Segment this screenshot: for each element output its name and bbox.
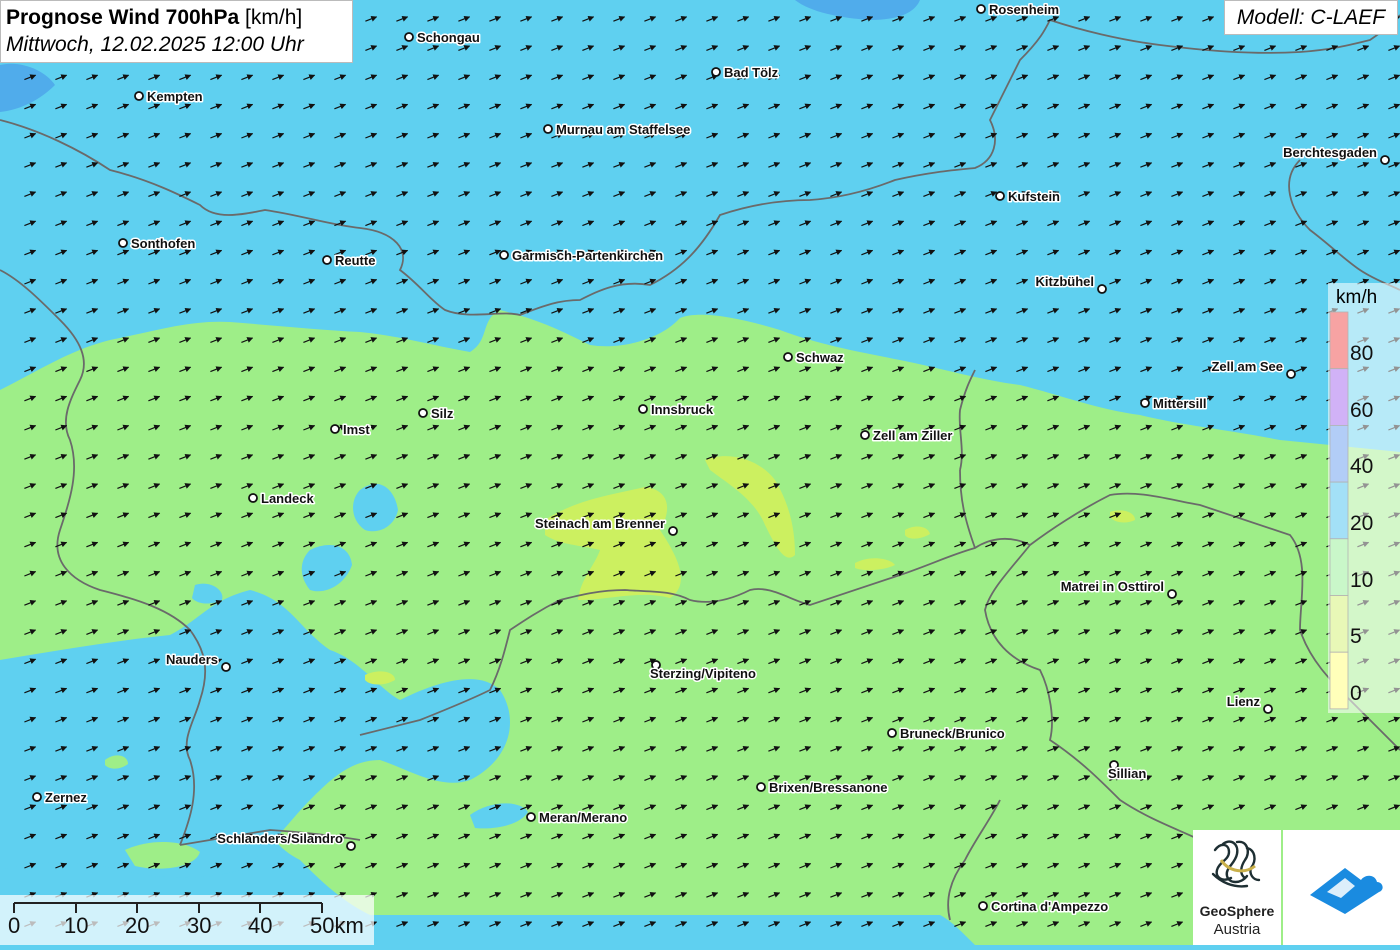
cloud-arrow-icon — [1310, 868, 1383, 914]
city-label: Bruneck/Brunico — [900, 726, 1005, 741]
city-label: Zell am Ziller — [873, 428, 952, 443]
legend-unit: km/h — [1336, 287, 1378, 308]
city-label: Berchtesgaden — [1283, 145, 1377, 160]
city-dot — [1097, 284, 1107, 294]
city-dot — [978, 901, 988, 911]
city-label: Bad Tölz — [724, 65, 779, 80]
city-dot — [118, 238, 128, 248]
city-label: Landeck — [261, 491, 315, 506]
city-dot — [526, 812, 536, 822]
city-label: Reutte — [335, 253, 375, 268]
title-box: Prognose Wind 700hPa [km/h] Mittwoch, 12… — [0, 0, 353, 63]
city-label: Sonthofen — [131, 236, 195, 251]
city-dot — [860, 430, 870, 440]
city-marker: Zell am Ziller — [860, 427, 954, 445]
city-label: Kempten — [147, 89, 203, 104]
forecast-datetime: Mittwoch, 12.02.2025 12:00 Uhr — [6, 33, 304, 56]
wind-forecast-map: Rosenheim Schongau Bad Tölz Kempten Murnau a… — [0, 0, 1400, 945]
scale-bar-label: 50km — [310, 913, 364, 938]
geosphere-name: GeoSphere — [1199, 903, 1275, 919]
city-marker: Sonthofen — [118, 235, 197, 253]
city-dot — [783, 352, 793, 362]
city-dot — [404, 32, 414, 42]
legend-tick-label: 10 — [1350, 568, 1374, 592]
city-label: Garmisch-Partenkirchen — [512, 248, 663, 263]
city-marker: Bruneck/Brunico — [887, 725, 1006, 743]
scale-bar-label: 0 — [8, 913, 21, 938]
city-label: Mittersill — [1153, 396, 1206, 411]
city-label: Imst — [343, 422, 370, 437]
city-dot — [887, 728, 897, 738]
city-dot — [499, 250, 509, 260]
city-label: Brixen/Bressanone — [769, 780, 888, 795]
city-marker: Innsbruck — [638, 401, 715, 419]
city-dot — [756, 782, 766, 792]
city-label: Nauders — [166, 652, 218, 667]
city-label: Kitzbühel — [1036, 274, 1095, 289]
geosphere-country: Austria — [1213, 921, 1261, 938]
city-dot — [668, 526, 678, 536]
scale-bar-label: 10 — [64, 913, 89, 938]
city-dot — [1263, 704, 1273, 714]
city-dot — [221, 662, 231, 672]
city-label: Sterzing/Vipiteno — [650, 666, 756, 681]
city-dot — [330, 424, 340, 434]
city-dot — [543, 124, 553, 134]
city-label: Cortina d'Ampezzo — [991, 899, 1108, 914]
legend-tick-label: 40 — [1350, 455, 1374, 479]
city-label: Meran/Merano — [539, 810, 627, 825]
city-marker: Garmisch-Partenkirchen — [499, 247, 665, 265]
geosphere-logo[interactable]: GeoSphere Austria — [1193, 830, 1281, 945]
city-label: Matrei in Osttirol — [1061, 579, 1164, 594]
legend-tick-label: 0 — [1350, 682, 1362, 705]
city-label: Rosenheim — [989, 2, 1059, 17]
model-label: Modell: C-LAEF — [1224, 0, 1398, 35]
city-label: Zell am See — [1211, 359, 1283, 374]
city-marker: Schongau — [404, 29, 481, 47]
legend-tick-label: 5 — [1350, 625, 1362, 649]
city-marker: Brixen/Bressanone — [756, 779, 889, 797]
city-label: Steinach am Brenner — [535, 516, 665, 531]
city-dot — [248, 493, 258, 503]
city-dot — [346, 841, 356, 851]
city-marker: Murnau am Staffelsee — [543, 121, 692, 139]
city-label: Schwaz — [796, 350, 844, 365]
scale-bar-label: 20 — [125, 913, 150, 938]
geosphere-swirl-icon — [1211, 840, 1261, 888]
city-dot — [995, 191, 1005, 201]
city-marker: Rosenheim — [976, 1, 1061, 19]
city-label: Lienz — [1227, 694, 1261, 709]
city-dot — [1140, 398, 1150, 408]
legend-tick-label: 60 — [1350, 398, 1374, 422]
legend-tick-label: 20 — [1350, 511, 1374, 535]
city-dot — [418, 408, 428, 418]
city-dot — [1286, 369, 1296, 379]
city-label: Murnau am Staffelsee — [556, 122, 690, 137]
city-label: Silz — [431, 406, 454, 421]
city-label: Schlanders/Silandro — [217, 831, 343, 846]
city-dot — [134, 91, 144, 101]
city-marker: Cortina d'Ampezzo — [978, 898, 1110, 916]
city-label: Innsbruck — [651, 402, 714, 417]
city-label: Sillian — [1108, 766, 1146, 781]
city-label: Schongau — [417, 30, 480, 45]
scale-bar-label: 30 — [187, 913, 212, 938]
city-dot — [322, 255, 332, 265]
city-dot — [638, 404, 648, 414]
city-dot — [711, 67, 721, 77]
city-label: Zernez — [45, 790, 87, 805]
weather-app-logo[interactable] — [1283, 830, 1400, 945]
city-dot — [976, 4, 986, 14]
city-marker: Meran/Merano — [526, 809, 629, 827]
title: Prognose Wind 700hPa [km/h] — [6, 6, 303, 29]
legend-tick-label: 80 — [1350, 341, 1374, 365]
scale-bar-label: 40 — [248, 913, 273, 938]
city-label: Kufstein — [1008, 189, 1060, 204]
city-dot — [1167, 589, 1177, 599]
city-dot — [1380, 155, 1390, 165]
city-dot — [32, 792, 42, 802]
